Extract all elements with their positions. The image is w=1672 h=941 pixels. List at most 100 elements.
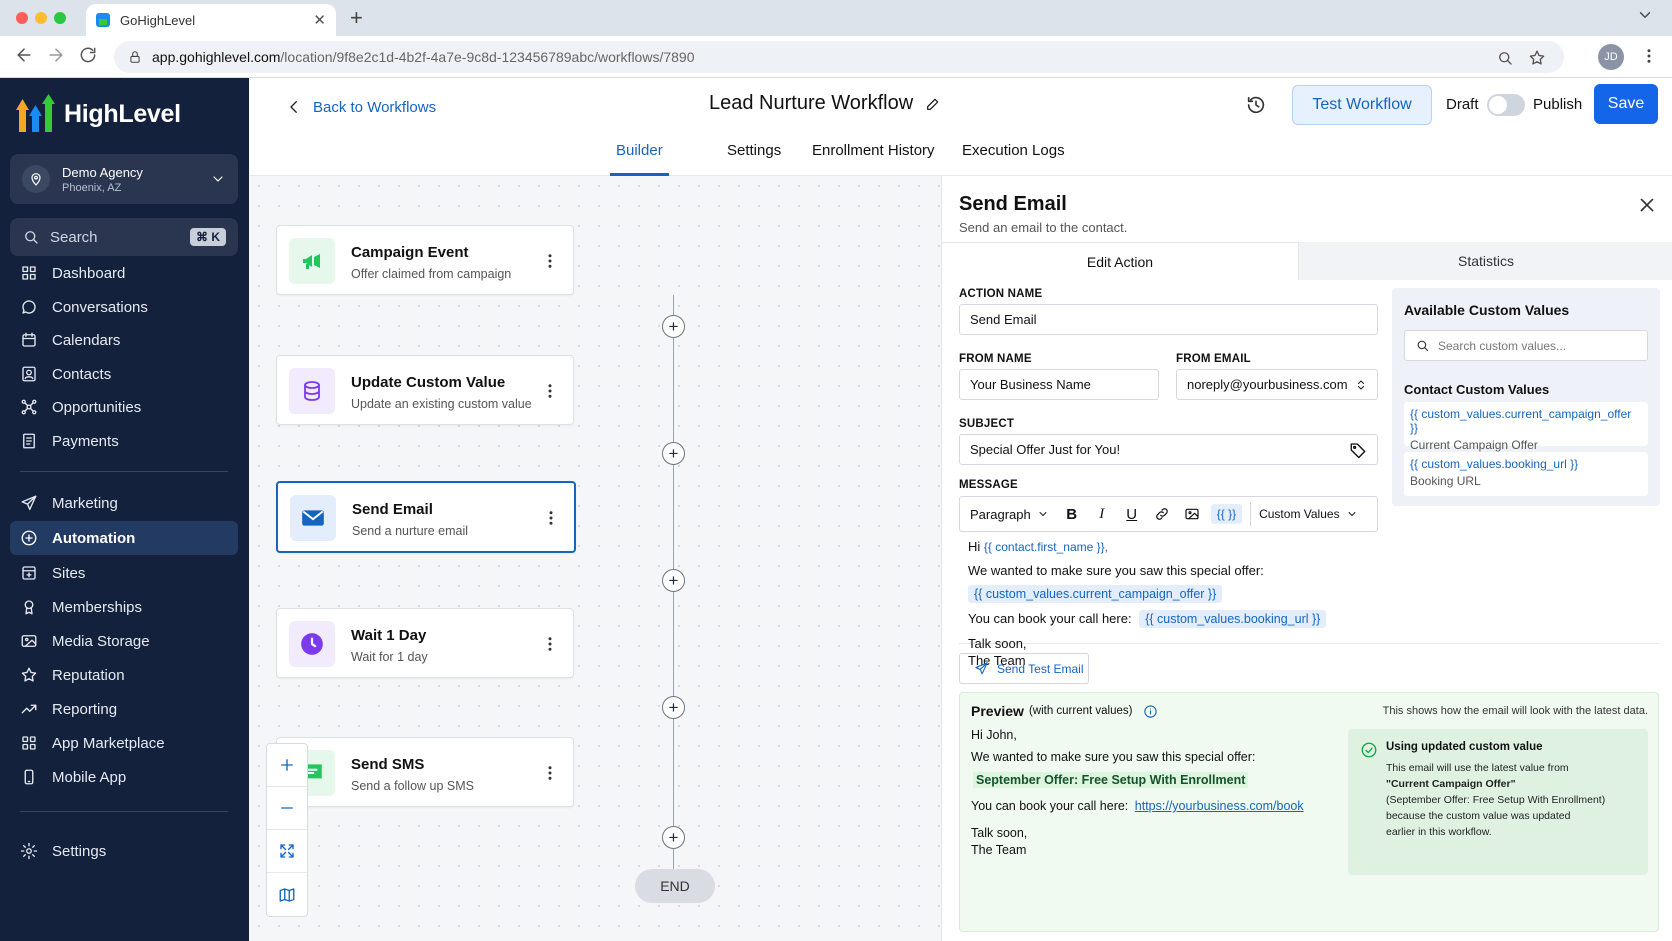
back-arrow-icon[interactable] xyxy=(14,45,34,65)
message-booking-line: You can book your call here: {{ custom_v… xyxy=(968,610,1327,628)
workflow-node-send-email[interactable]: Send Email Send a nurture email xyxy=(276,481,576,553)
preview-qualifier: (with current values) xyxy=(1028,705,1133,717)
bold-button[interactable]: B xyxy=(1061,503,1083,525)
publish-toggle[interactable] xyxy=(1487,94,1525,116)
sidebar-item-payments[interactable]: Payments xyxy=(10,424,238,458)
message-greeting: Hi xyxy=(968,539,981,554)
zoom-in-icon[interactable] xyxy=(267,744,307,787)
sidebar-search[interactable]: Search ⌘ K xyxy=(10,218,238,256)
search-shortcut: ⌘ K xyxy=(190,228,226,246)
sidebar-item-memberships[interactable]: Memberships xyxy=(10,590,238,624)
tab-execution-logs[interactable]: Execution Logs xyxy=(962,142,1065,176)
add-step-button[interactable]: + xyxy=(662,826,685,849)
image-insert-icon[interactable] xyxy=(1181,503,1203,525)
node-subtitle: Offer claimed from campaign xyxy=(351,267,512,281)
custom-values-menu[interactable]: Custom Values xyxy=(1259,507,1357,521)
tab-statistics[interactable]: Statistics xyxy=(1298,242,1672,280)
tag-icon[interactable] xyxy=(1349,441,1367,459)
sidebar-item-marketing[interactable]: Marketing xyxy=(10,486,238,520)
bookmark-star-icon[interactable] xyxy=(1528,49,1546,67)
close-icon[interactable] xyxy=(1636,194,1658,216)
sidebar-item-dashboard[interactable]: Dashboard xyxy=(10,256,238,290)
profile-avatar[interactable]: JD xyxy=(1598,44,1624,70)
sidebar-item-reputation[interactable]: Reputation xyxy=(10,658,238,692)
workflow-node-wait[interactable]: Wait 1 Day Wait for 1 day xyxy=(276,608,574,678)
window-close-dot[interactable] xyxy=(16,12,28,24)
custom-values-toggle-button[interactable]: {{ }} xyxy=(1210,504,1243,524)
node-subtitle: Send a nurture email xyxy=(352,524,469,538)
sidebar-item-label: Mobile App xyxy=(52,768,127,786)
preview-booking-link[interactable]: https://yourbusiness.com/book xyxy=(1135,799,1304,813)
sidebar-item-reporting[interactable]: Reporting xyxy=(10,692,238,726)
new-tab-icon[interactable]: + xyxy=(350,5,363,31)
custom-value-item[interactable]: {{ custom_values.booking_url }} Booking … xyxy=(1404,452,1648,496)
node-menu-icon[interactable] xyxy=(541,764,559,782)
from-name-input[interactable]: Your Business Name xyxy=(959,369,1159,400)
paragraph-select[interactable]: Paragraph xyxy=(970,507,1049,522)
token-booking-url: {{ custom_values.booking_url }} xyxy=(1139,610,1327,628)
add-step-button[interactable]: + xyxy=(662,569,685,592)
subject-input[interactable]: Special Offer Just for You! xyxy=(959,434,1378,465)
gear-icon xyxy=(20,842,38,860)
underline-button[interactable]: U xyxy=(1121,503,1143,525)
workflow-node-campaign-event[interactable]: Campaign Event Offer claimed from campai… xyxy=(276,225,574,295)
info-icon[interactable] xyxy=(1143,704,1158,719)
sidebar-item-media-storage[interactable]: Media Storage xyxy=(10,624,238,658)
custom-value-item[interactable]: {{ custom_values.current_campaign_offer … xyxy=(1404,402,1648,452)
sidebar-item-contacts[interactable]: Contacts xyxy=(10,357,238,391)
node-menu-icon[interactable] xyxy=(542,509,560,527)
map-icon[interactable] xyxy=(267,873,307,916)
workflow-title: Lead Nurture Workflow xyxy=(709,92,941,115)
add-step-button[interactable]: + xyxy=(662,696,685,719)
tab-list-chevron-icon[interactable] xyxy=(1636,6,1654,24)
edit-pencil-icon[interactable] xyxy=(925,96,941,112)
from-email-select[interactable]: noreply@yourbusiness.com xyxy=(1176,369,1378,400)
node-menu-icon[interactable] xyxy=(541,382,559,400)
action-name-input[interactable]: Send Email xyxy=(959,304,1378,335)
sidebar-item-opportunities[interactable]: Opportunities xyxy=(10,390,238,424)
send-test-email-button[interactable]: Send Test Email xyxy=(959,653,1089,684)
tab-close-icon[interactable]: ✕ xyxy=(313,11,326,29)
add-step-button[interactable]: + xyxy=(662,442,685,465)
sidebar-item-label: Sites xyxy=(52,564,86,582)
node-menu-icon[interactable] xyxy=(541,635,559,653)
workflow-node-send-sms[interactable]: Send SMS Send a follow up SMS xyxy=(276,737,574,807)
address-bar[interactable]: app.gohighlevel.com /location/9f8e2c1d-4… xyxy=(114,41,1564,73)
zoom-search-icon[interactable] xyxy=(1496,49,1514,67)
forward-arrow-icon[interactable] xyxy=(46,45,66,65)
fit-icon[interactable] xyxy=(267,830,307,873)
window-minimize-dot[interactable] xyxy=(35,12,47,24)
sidebar-item-calendars[interactable]: Calendars xyxy=(10,323,238,357)
sidebar-item-label: Reporting xyxy=(52,700,118,718)
sidebar-item-settings[interactable]: Settings xyxy=(10,834,238,868)
url-path: /location/9f8e2c1d-4b2f-4a7e-9c8d-123456… xyxy=(280,49,695,65)
italic-button[interactable]: I xyxy=(1091,503,1113,525)
tab-settings[interactable]: Settings xyxy=(727,142,781,176)
window-maximize-dot[interactable] xyxy=(54,12,66,24)
contacts-icon xyxy=(20,365,38,383)
sidebar-item-sites[interactable]: Sites xyxy=(10,556,238,590)
history-icon[interactable] xyxy=(1245,94,1267,116)
browser-tab[interactable]: GoHighLevel ✕ xyxy=(86,4,336,36)
custom-values-search[interactable]: Search custom values... xyxy=(1404,330,1648,361)
agency-switcher[interactable]: Demo Agency Phoenix, AZ xyxy=(10,154,238,204)
sidebar-item-mobile-app[interactable]: Mobile App xyxy=(10,760,238,794)
node-menu-icon[interactable] xyxy=(541,252,559,270)
highlevel-logo[interactable]: HighLevel xyxy=(16,94,181,134)
save-button[interactable]: Save xyxy=(1594,84,1658,124)
tab-enrollment-history[interactable]: Enrollment History xyxy=(812,142,935,176)
sidebar-item-automation[interactable]: Automation xyxy=(10,521,238,555)
megaphone-icon xyxy=(289,238,335,284)
reload-icon[interactable] xyxy=(78,45,98,65)
test-workflow-button[interactable]: Test Workflow xyxy=(1292,85,1432,125)
workflow-node-update-custom-value[interactable]: Update Custom Value Update an existing c… xyxy=(276,355,574,425)
zoom-out-icon[interactable] xyxy=(267,787,307,830)
sidebar-item-app-marketplace[interactable]: App Marketplace xyxy=(10,726,238,760)
back-to-workflows-link[interactable]: Back to Workflows xyxy=(285,98,436,116)
tab-builder[interactable]: Builder xyxy=(610,142,669,176)
browser-menu-icon[interactable] xyxy=(1640,47,1658,65)
tab-edit-action[interactable]: Edit Action xyxy=(942,242,1298,280)
add-step-button[interactable]: + xyxy=(662,315,685,338)
link-icon[interactable] xyxy=(1151,503,1173,525)
sidebar-item-conversations[interactable]: Conversations xyxy=(10,290,238,324)
